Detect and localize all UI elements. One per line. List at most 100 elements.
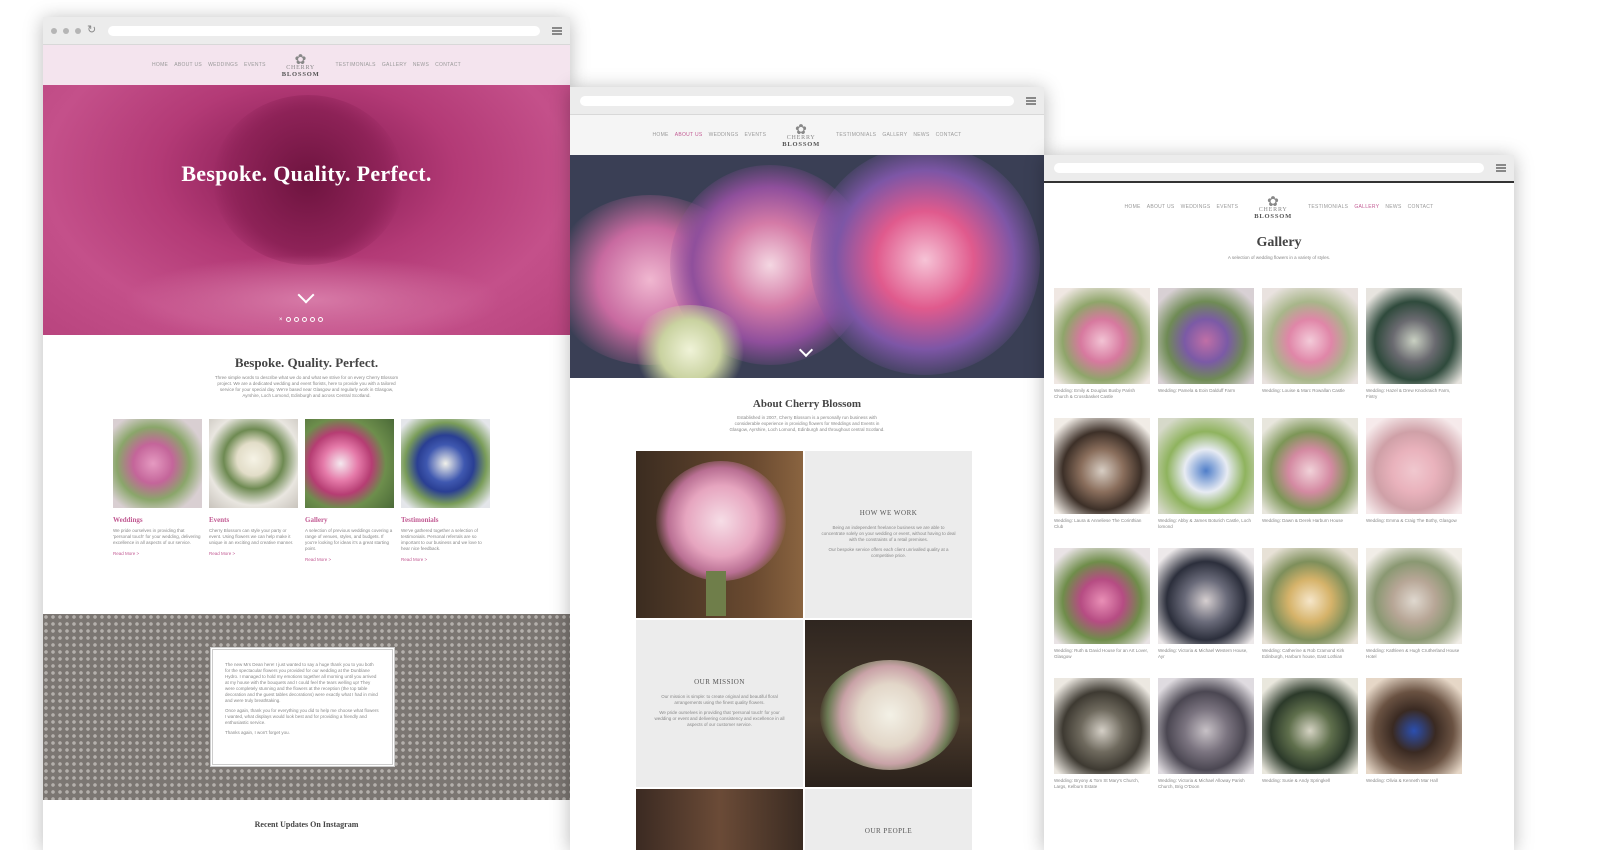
gallery-item[interactable]: Wedding: Susie & Andy Springkell xyxy=(1262,678,1358,804)
nav-contact[interactable]: CONTACT xyxy=(936,132,962,138)
nav-weddings[interactable]: WEDDINGS xyxy=(208,62,238,68)
gallery-item[interactable]: Wedding: Emma & Craig The Bothy, Glasgow xyxy=(1366,418,1462,544)
nav-weddings[interactable]: WEDDINGS xyxy=(1181,204,1211,210)
site-logo[interactable]: ✿ CHERRY BLOSSOM xyxy=(782,120,820,148)
gallery-thumbnail[interactable] xyxy=(1054,288,1150,384)
card-image xyxy=(401,419,490,508)
gallery-item[interactable]: Wedding: Abby & James Boturich Castle, L… xyxy=(1158,418,1254,544)
slider-dot[interactable]: × xyxy=(279,317,283,323)
menu-icon[interactable] xyxy=(552,26,562,35)
gallery-caption: Wedding: Abby & James Boturich Castle, L… xyxy=(1158,518,1251,529)
nav-testimonials[interactable]: TESTIMONIALS xyxy=(1308,204,1348,210)
nav-news[interactable]: NEWS xyxy=(1385,204,1401,210)
gallery-thumbnail[interactable] xyxy=(1262,418,1358,514)
nav-events[interactable]: EVENTS xyxy=(744,132,766,138)
nav-events[interactable]: EVENTS xyxy=(244,62,266,68)
site-logo[interactable]: ✿ CHERRY BLOSSOM xyxy=(1254,194,1292,220)
card-text: Cherry Blossom can style your party or e… xyxy=(209,528,294,545)
address-bar[interactable] xyxy=(108,25,540,36)
gallery-item[interactable]: Wedding: Catherine & Rob Cramond Kirk Ed… xyxy=(1262,548,1358,674)
gallery-item[interactable]: Wedding: Olivia & Kenneth Mar Hall xyxy=(1366,678,1462,804)
gallery-thumbnail[interactable] xyxy=(1158,678,1254,774)
people-photo xyxy=(636,789,803,850)
nav-home[interactable]: HOME xyxy=(1124,204,1140,210)
gallery-item[interactable]: Wedding: Victoria & Michael Alloway Pari… xyxy=(1158,678,1254,804)
gallery-thumbnail[interactable] xyxy=(1366,418,1462,514)
slider-dot[interactable] xyxy=(317,317,323,322)
testimonial-text: The new Mrs Dean here! I just wanted to … xyxy=(225,662,378,703)
card-title[interactable]: Testimonials xyxy=(401,516,490,524)
gallery-thumbnail[interactable] xyxy=(1054,548,1150,644)
gallery-thumbnail[interactable] xyxy=(1262,288,1358,384)
gallery-item[interactable]: Wedding: Ruth & David House for an Art L… xyxy=(1054,548,1150,674)
site-logo[interactable]: ✿ CHERRY BLOSSOM xyxy=(282,52,320,78)
gallery-thumbnail[interactable] xyxy=(1366,678,1462,774)
nav-testimonials[interactable]: TESTIMONIALS xyxy=(836,132,876,138)
testimonial-card: The new Mrs Dean here! I just wanted to … xyxy=(210,647,395,767)
gallery-thumbnail[interactable] xyxy=(1366,288,1462,384)
our-mission-panel: OUR MISSION Our mission is simple: to cr… xyxy=(636,620,803,787)
gallery-item[interactable]: Wedding: Laura & Anneliese The Corinthia… xyxy=(1054,418,1150,544)
gallery-thumbnail[interactable] xyxy=(1054,678,1150,774)
gallery-thumbnail[interactable] xyxy=(1262,678,1358,774)
window-dot-icon xyxy=(63,27,69,34)
nav-contact[interactable]: CONTACT xyxy=(1408,204,1434,210)
slider-dots[interactable]: × xyxy=(279,317,323,323)
gallery-item[interactable]: Wedding: Emily & Douglas Busby Parish Ch… xyxy=(1054,288,1150,414)
nav-testimonials[interactable]: TESTIMONIALS xyxy=(336,62,376,68)
reload-icon[interactable]: ↻ xyxy=(87,25,96,36)
gallery-caption: Wedding: Catherine & Rob Cramond Kirk Ed… xyxy=(1262,648,1345,659)
gallery-caption: Wedding: Dawn & Derek Harburn House xyxy=(1262,518,1343,523)
gallery-thumbnail[interactable] xyxy=(1158,548,1254,644)
nav-home[interactable]: HOME xyxy=(652,132,668,138)
card-title[interactable]: Weddings xyxy=(113,516,202,524)
nav-gallery[interactable]: GALLERY xyxy=(382,62,407,68)
nav-weddings[interactable]: WEDDINGS xyxy=(709,132,739,138)
gallery-item[interactable]: Wedding: Victoria & Michael Western Hous… xyxy=(1158,548,1254,674)
nav-news[interactable]: NEWS xyxy=(413,62,429,68)
address-bar[interactable] xyxy=(580,95,1014,106)
about-text: Established in 2007, Cherry Blossom is a… xyxy=(729,415,885,432)
nav-gallery[interactable]: GALLERY xyxy=(882,132,907,138)
card-image xyxy=(305,419,394,508)
nav-about[interactable]: ABOUT US xyxy=(174,62,202,68)
gallery-item[interactable]: Wedding: Kathleen & Hugh Crutherland Hou… xyxy=(1366,548,1462,674)
read-more-link[interactable]: Read More > xyxy=(401,557,490,563)
gallery-item[interactable]: Wedding: Louise & Marc Rowallan Castle xyxy=(1262,288,1358,414)
nav-news[interactable]: NEWS xyxy=(913,132,929,138)
browser-toolbar xyxy=(570,87,1044,115)
gallery-item[interactable]: Wedding: Hazel & Drew Knockraich Farm, F… xyxy=(1366,288,1462,414)
hero: Bespoke. Quality. Perfect. × xyxy=(43,85,570,335)
slider-dot[interactable] xyxy=(301,317,307,322)
gallery-thumbnail[interactable] xyxy=(1262,548,1358,644)
nav-home[interactable]: HOME xyxy=(152,62,168,68)
read-more-link[interactable]: Read More > xyxy=(305,557,394,563)
slider-dot[interactable] xyxy=(293,317,299,322)
card-gallery[interactable]: Gallery A selection of previous weddings… xyxy=(305,419,394,563)
address-bar[interactable] xyxy=(1054,163,1484,173)
slider-dot[interactable] xyxy=(285,317,291,322)
gallery-item[interactable]: Wedding: Bryony & Tom St Mary's Church, … xyxy=(1054,678,1150,804)
card-title[interactable]: Gallery xyxy=(305,516,394,524)
gallery-thumbnail[interactable] xyxy=(1366,548,1462,644)
blossom-icon: ✿ xyxy=(795,120,808,137)
gallery-item[interactable]: Wedding: Dawn & Derek Harburn House xyxy=(1262,418,1358,544)
card-weddings[interactable]: Weddings We pride ourselves in providing… xyxy=(113,419,202,563)
gallery-thumbnail[interactable] xyxy=(1158,288,1254,384)
read-more-link[interactable]: Read More > xyxy=(113,551,202,557)
card-testimonials[interactable]: Testimonials We've gathered together a s… xyxy=(401,419,490,563)
nav-about[interactable]: ABOUT US xyxy=(675,132,703,138)
menu-icon[interactable] xyxy=(1496,164,1506,172)
gallery-thumbnail[interactable] xyxy=(1158,418,1254,514)
read-more-link[interactable]: Read More > xyxy=(209,551,298,557)
nav-contact[interactable]: CONTACT xyxy=(435,62,461,68)
gallery-thumbnail[interactable] xyxy=(1054,418,1150,514)
nav-about[interactable]: ABOUT US xyxy=(1147,204,1175,210)
card-title[interactable]: Events xyxy=(209,516,298,524)
nav-gallery[interactable]: GALLERY xyxy=(1354,204,1379,210)
menu-icon[interactable] xyxy=(1026,96,1036,105)
card-events[interactable]: Events Cherry Blossom can style your par… xyxy=(209,419,298,563)
slider-dot[interactable] xyxy=(309,317,315,322)
nav-events[interactable]: EVENTS xyxy=(1216,204,1238,210)
gallery-item[interactable]: Wedding: Pamela & Eoin Dalduff Farm xyxy=(1158,288,1254,414)
